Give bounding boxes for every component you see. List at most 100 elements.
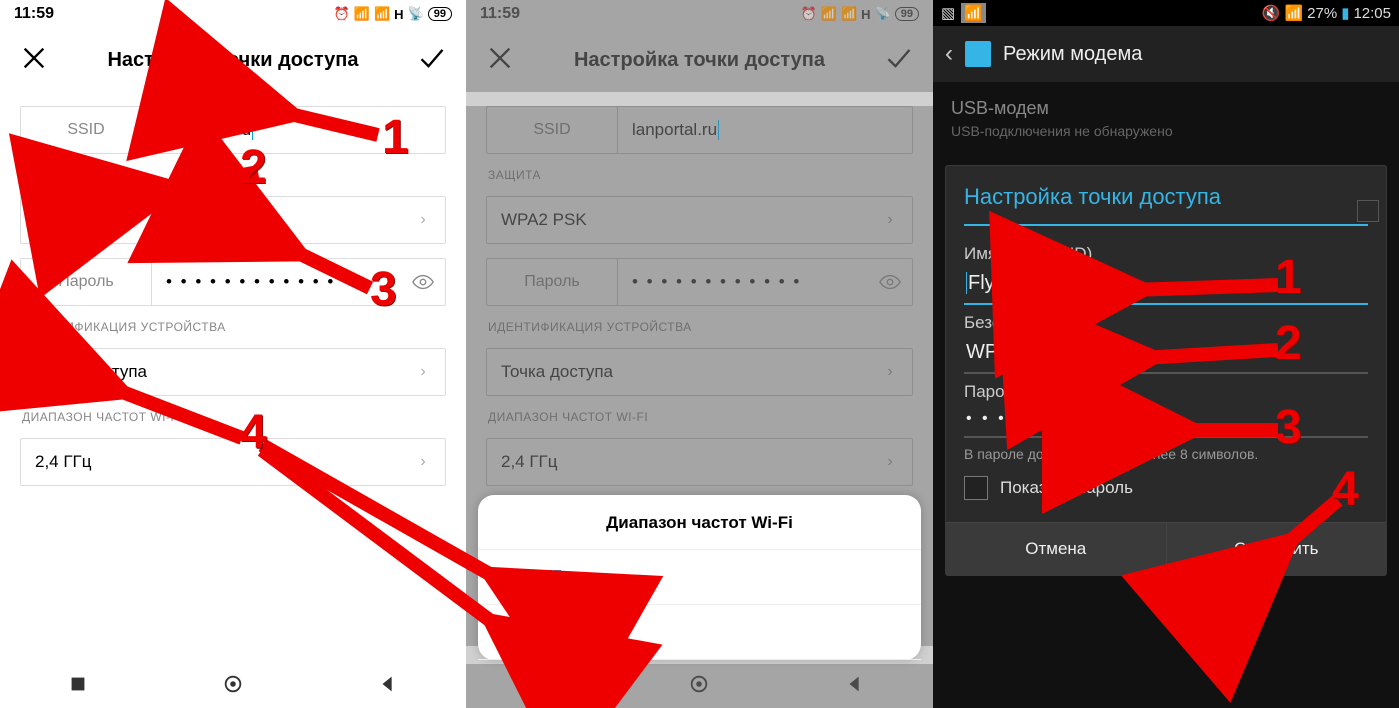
home-icon[interactable]: [222, 673, 244, 700]
password-input[interactable]: • • • • • • • • • • • •: [618, 272, 868, 292]
wifi-status-icon: 📶: [961, 3, 986, 23]
network-type: H: [861, 7, 870, 22]
close-icon[interactable]: [486, 44, 514, 77]
battery-icon: ▮: [1341, 4, 1349, 22]
ssid-label: SSID: [21, 107, 152, 153]
status-time: 11:59: [480, 5, 520, 23]
annotation-number-1: 1: [382, 110, 409, 165]
ssid-input[interactable]: Fly IQ446: [964, 264, 1368, 305]
page-header: ‹ Режим модема: [933, 26, 1399, 82]
chevron-right-icon: ›: [868, 211, 912, 229]
usb-modem-title: USB-модем: [951, 98, 1381, 119]
usb-modem-section[interactable]: USB-модем USB-подключения не обнаружено: [933, 82, 1399, 155]
ssid-row[interactable]: SSID lanportal.ru: [486, 106, 913, 154]
security-row[interactable]: WPA2 PSK ›: [20, 196, 446, 244]
ssid-input[interactable]: lanportal.ru: [618, 120, 912, 140]
app-icon: [965, 41, 991, 67]
annotation-number-1: 1: [1275, 250, 1302, 305]
usb-toggle[interactable]: [1357, 200, 1379, 222]
ssid-label: SSID: [487, 107, 618, 153]
security-label: Безопасность: [964, 313, 1368, 333]
freq-section-label: ДИАПАЗОН ЧАСТОТ WI-FI: [22, 410, 444, 424]
text-cursor: [252, 120, 253, 140]
password-input[interactable]: • • • • • • • • • • • •: [152, 272, 401, 292]
page-title: Настройка точки доступа: [107, 49, 358, 72]
alarm-icon: ⏰: [334, 6, 350, 22]
back-icon[interactable]: [844, 673, 866, 700]
page-title: Настройка точки доступа: [574, 49, 825, 72]
wifi-icon: 📡: [875, 6, 891, 22]
alarm-icon: ⏰: [801, 6, 817, 22]
frequency-row[interactable]: 2,4 ГГц ›: [20, 438, 446, 486]
status-bar: ▧ 📶 🔇 📶 27% ▮ 12:05: [933, 0, 1399, 26]
password-label: Пароль: [21, 259, 152, 305]
annotation-number-2: 2: [240, 140, 267, 195]
notification-icon: ▧: [941, 4, 955, 22]
frequency-value: 2,4 ГГц: [21, 452, 401, 472]
frequency-row[interactable]: 2,4 ГГц ›: [486, 438, 913, 486]
home-icon[interactable]: [688, 673, 710, 700]
device-id-value: Точка доступа: [487, 362, 868, 382]
security-section-label: ЗАЩИТА: [488, 168, 911, 182]
chevron-right-icon: ›: [401, 363, 445, 381]
battery-icon: 99: [428, 7, 452, 21]
back-chevron-icon[interactable]: ‹: [945, 40, 953, 68]
password-label: Пароль: [964, 382, 1368, 402]
cancel-button[interactable]: Отмена: [946, 523, 1167, 575]
status-icons: ⏰ 📶 📶 H 📡 99: [334, 6, 452, 22]
battery-icon: 99: [895, 7, 919, 21]
confirm-icon[interactable]: [418, 44, 446, 77]
password-input[interactable]: • • • • • • • • • • • • • •: [964, 402, 1368, 438]
battery-pct: 27%: [1307, 5, 1337, 22]
frequency-value: 2,4 ГГц: [487, 452, 868, 472]
device-id-row[interactable]: Точка доступа ›: [486, 348, 913, 396]
signal-icon: 📶: [374, 6, 390, 22]
eye-icon[interactable]: [868, 271, 912, 293]
chevron-right-icon: ›: [401, 453, 445, 471]
confirm-icon[interactable]: [885, 44, 913, 77]
show-password-label: Показать пароль: [1000, 478, 1133, 498]
phone-1: 11:59 ⏰ 📶 📶 H 📡 99 Настройка точки досту…: [0, 0, 466, 708]
freq-option-5-0[interactable]: 5,0 ГГц: [478, 605, 921, 660]
wifi-icon: 📡: [408, 6, 424, 22]
popup-title: Диапазон частот Wi-Fi: [478, 513, 921, 550]
network-type: H: [394, 7, 403, 22]
selected-chevron-icon: ›: [502, 568, 507, 586]
nav-bar: [0, 664, 466, 708]
password-row[interactable]: Пароль • • • • • • • • • • • •: [486, 258, 913, 306]
freq-option-2-4[interactable]: › 2,4 ГГц: [478, 550, 921, 605]
chevron-right-icon: ›: [868, 363, 912, 381]
chevron-right-icon: ›: [868, 453, 912, 471]
security-row[interactable]: WPA2 PSK ›: [486, 196, 913, 244]
freq-section-label: ДИАПАЗОН ЧАСТОТ WI-FI: [488, 410, 911, 424]
checkbox-icon[interactable]: [964, 476, 988, 500]
save-button[interactable]: Сохранить: [1167, 523, 1387, 575]
chevron-right-icon: ›: [401, 211, 445, 229]
security-select[interactable]: WPA2 PSK: [964, 333, 1368, 374]
hotspot-dialog: Настройка точки доступа Имя сети (SSID) …: [945, 165, 1387, 576]
device-id-row[interactable]: Точка доступа ›: [20, 348, 446, 396]
page-header: Настройка точки доступа: [466, 28, 933, 92]
annotation-number-4: 4: [1332, 462, 1359, 517]
show-password-row[interactable]: Показать пароль: [964, 476, 1368, 500]
status-icons: ⏰ 📶 📶 H 📡 99: [801, 6, 919, 22]
status-time: 11:59: [14, 5, 54, 23]
silent-icon: 🔇: [1262, 4, 1281, 22]
eye-icon[interactable]: [401, 271, 445, 293]
status-bar: 11:59 ⏰ 📶 📶 H 📡 99: [0, 0, 466, 28]
dialog-title: Настройка точки доступа: [964, 184, 1368, 226]
recents-icon[interactable]: [67, 673, 89, 700]
page-title: Режим модема: [1003, 43, 1142, 66]
dialog-buttons: Отмена Сохранить: [946, 522, 1386, 575]
signal-icon: 📶: [841, 6, 857, 22]
recents-icon[interactable]: [533, 673, 555, 700]
signal-icon: 📶: [354, 6, 370, 22]
annotation-number-3: 3: [1275, 400, 1302, 455]
security-value: WPA2 PSK: [21, 210, 401, 230]
back-icon[interactable]: [377, 673, 399, 700]
status-time: 12:05: [1353, 5, 1391, 22]
frequency-popup: Диапазон частот Wi-Fi › 2,4 ГГц 5,0 ГГц: [478, 495, 921, 660]
ssid-label: Имя сети (SSID): [964, 244, 1368, 264]
close-icon[interactable]: [20, 44, 48, 77]
annotation-number-4: 4: [240, 405, 267, 460]
